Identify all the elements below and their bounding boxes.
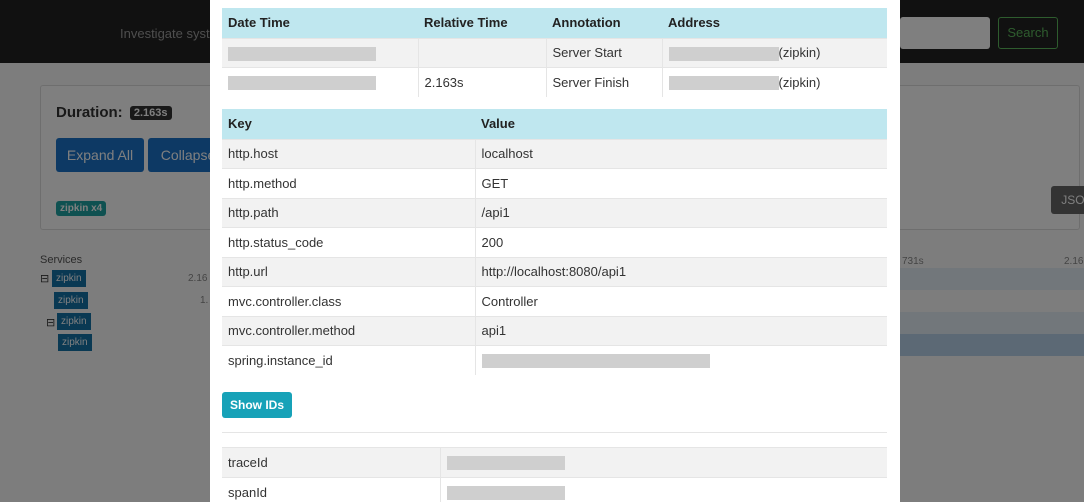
ids-table: traceId spanId xyxy=(222,447,887,502)
id-row: traceId xyxy=(222,447,887,477)
tag-key: http.path xyxy=(222,197,475,228)
tag-key: http.status_code xyxy=(222,227,475,257)
tag-row: http.host localhost xyxy=(222,138,887,169)
tag-row: mvc.controller.method api1 xyxy=(222,315,887,346)
annotation-relative-time xyxy=(417,37,546,68)
redacted-value xyxy=(228,76,376,91)
annotations-table: Date Time Relative Time Annotation Addre… xyxy=(222,8,887,97)
col-annotation: Annotation xyxy=(546,8,662,38)
tag-row: mvc.controller.class Controller xyxy=(222,286,887,316)
col-address: Address xyxy=(662,8,887,38)
col-key: Key xyxy=(222,109,475,139)
redacted-value xyxy=(446,456,565,471)
annotation-address: (zipkin) xyxy=(661,37,887,68)
tag-key: mvc.controller.class xyxy=(222,286,475,316)
redacted-value xyxy=(668,46,779,61)
annotation-address: (zipkin) xyxy=(661,67,887,97)
tag-row: http.status_code 200 xyxy=(222,227,887,257)
tag-row: http.path/api1 xyxy=(222,197,887,228)
col-relative-time: Relative Time xyxy=(418,8,546,38)
redacted-value xyxy=(668,76,779,91)
tag-key: http.url xyxy=(222,256,475,287)
modal-body: Date Time Relative Time Annotation Addre… xyxy=(222,8,887,502)
annotation-date-time xyxy=(222,37,418,68)
divider xyxy=(222,432,887,433)
address-service: (zipkin) xyxy=(778,44,821,60)
annotation-row: Server Start (zipkin) xyxy=(222,37,887,68)
annotation-relative-time: 2.163s xyxy=(417,67,546,97)
tag-row: http.url http://localhost:8080/api1 xyxy=(222,256,887,287)
id-key: spanId xyxy=(222,476,440,502)
annotation-name: Server Finish xyxy=(545,67,662,97)
tag-value: http://localhost:8080/api1 xyxy=(474,256,887,287)
show-ids-button[interactable]: Show IDs xyxy=(222,392,293,418)
tag-value: GET xyxy=(474,168,887,198)
id-key: traceId xyxy=(222,447,440,477)
tags-table: Key Value http.host localhost http.method… xyxy=(222,109,887,375)
redacted-value xyxy=(481,354,710,369)
address-service: (zipkin) xyxy=(778,74,821,90)
tag-key: http.method xyxy=(222,168,475,198)
id-row: spanId xyxy=(222,476,887,502)
redacted-value xyxy=(228,46,376,61)
tag-value xyxy=(474,345,887,375)
span-detail-modal: Date Time Relative Time Annotation Addre… xyxy=(210,0,900,502)
tag-row: http.method GET xyxy=(222,168,887,198)
tag-value: localhost xyxy=(474,138,887,169)
col-value: Value xyxy=(475,109,887,139)
tag-key: http.host xyxy=(222,138,475,169)
tags-header-row: Key Value xyxy=(222,109,887,139)
tag-value: 200 xyxy=(474,227,887,257)
tag-value: api1 xyxy=(474,315,887,346)
redacted-value xyxy=(446,485,565,500)
id-value xyxy=(439,447,887,477)
col-date-time: Date Time xyxy=(222,8,418,38)
annotation-name: Server Start xyxy=(545,37,662,68)
tag-value: Controller xyxy=(474,286,887,316)
tag-key: spring.instance_id xyxy=(222,345,475,375)
annotations-header-row: Date Time Relative Time Annotation Addre… xyxy=(222,8,887,38)
tag-key: mvc.controller.method xyxy=(222,315,475,346)
id-value xyxy=(439,476,887,502)
annotation-date-time xyxy=(222,67,418,97)
annotation-row: 2.163s Server Finish (zipkin) xyxy=(222,67,887,97)
tag-value: /api1 xyxy=(474,197,887,228)
tag-row: spring.instance_id xyxy=(222,345,887,375)
